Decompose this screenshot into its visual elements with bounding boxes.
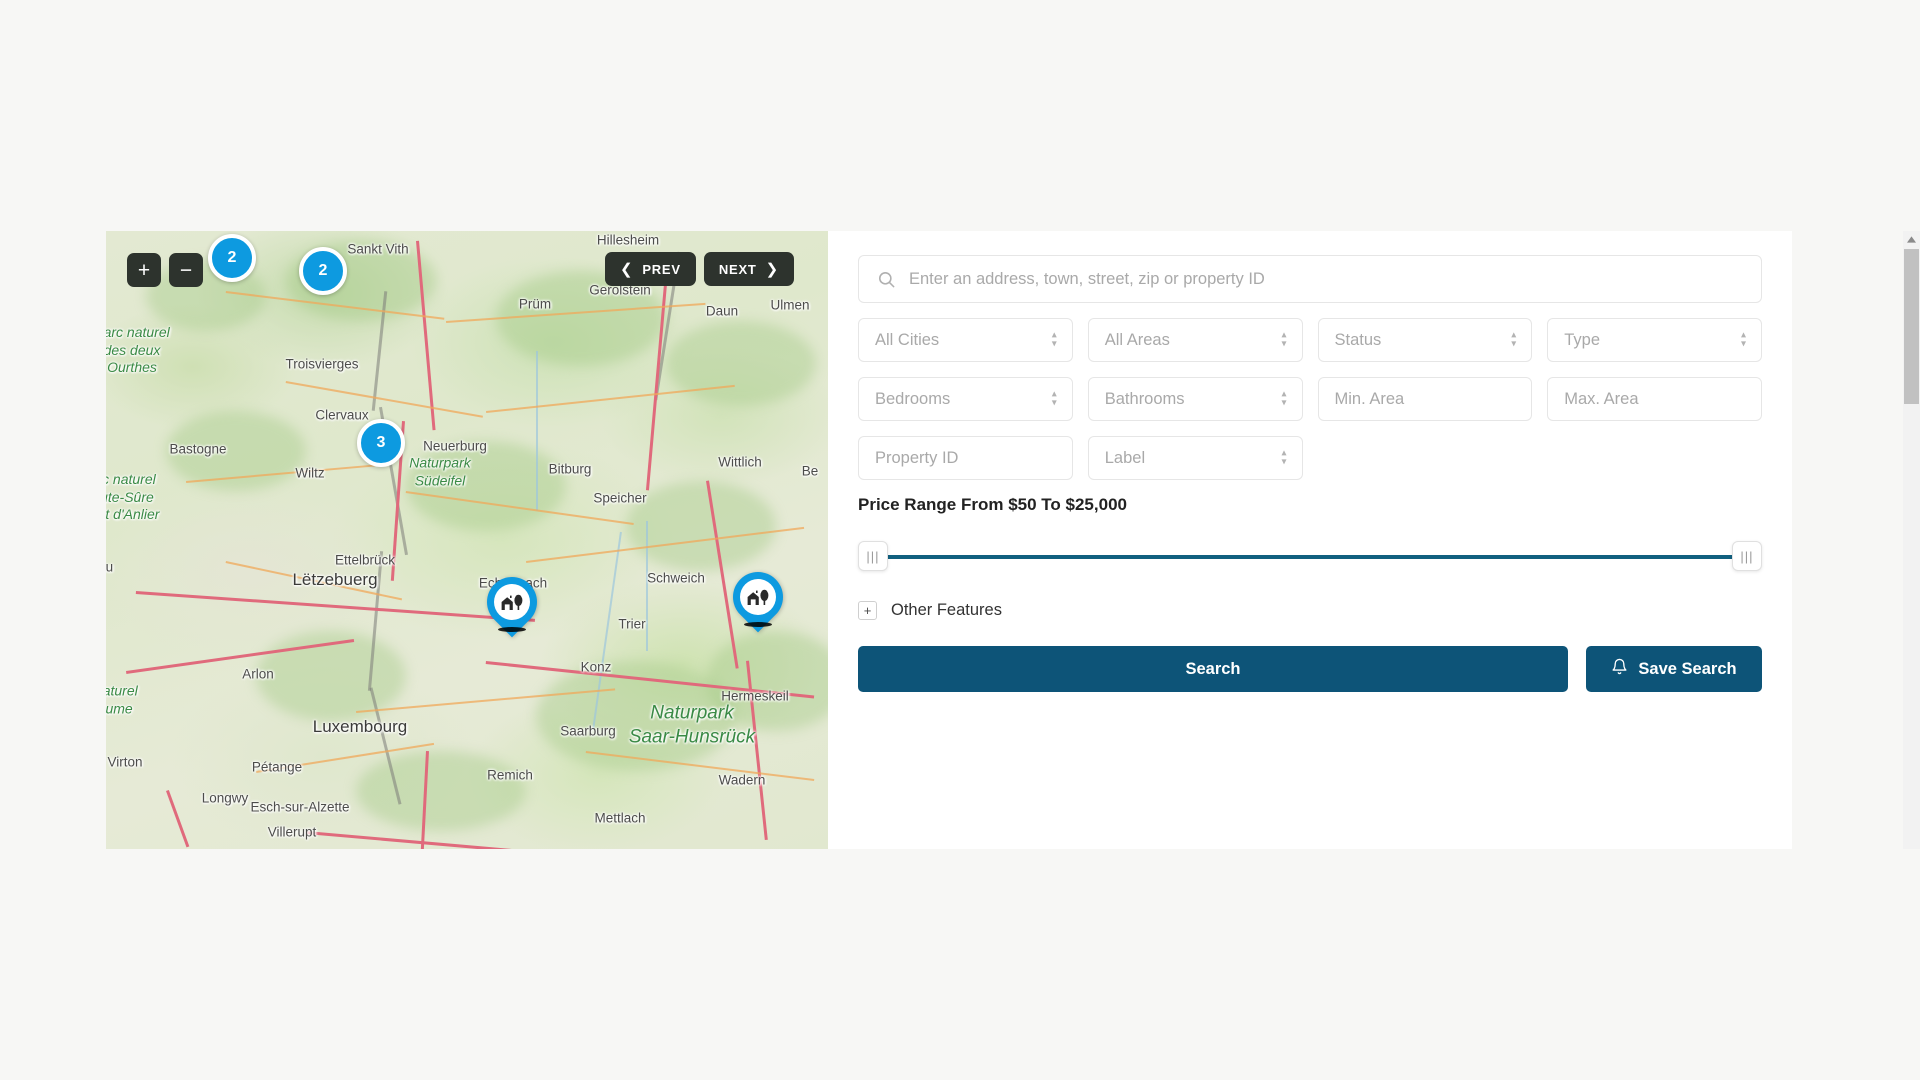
type-select-label: Type — [1564, 330, 1601, 349]
map-cluster-marker[interactable]: 2 — [299, 247, 347, 295]
map-terrain-patch — [356, 751, 526, 831]
min-area-input-label: Min. Area — [1334, 389, 1405, 408]
other-features-label: Other Features — [891, 601, 1002, 619]
bell-icon — [1611, 658, 1628, 680]
map-panel[interactable]: + − ❮ PREV NEXT ❯ Hillesheim Sankt Vith Ge… — [106, 231, 828, 849]
all-areas-select-label: All Areas — [1104, 330, 1170, 349]
chevron-updown-icon: ▴ ▾ — [1511, 329, 1517, 350]
bathrooms-select-label: Bathrooms — [1104, 389, 1185, 408]
chevron-updown-icon: ▴ ▾ — [1051, 388, 1057, 409]
zoom-in-button[interactable]: + — [127, 253, 161, 287]
type-select[interactable]: Type ▴ ▾ — [1547, 318, 1762, 362]
chevron-updown-icon: ▴ ▾ — [1740, 329, 1746, 350]
keyword-search-row: Enter an address, town, street, zip or p… — [858, 255, 1762, 303]
status-select[interactable]: Status ▴ ▾ — [1317, 318, 1533, 362]
map-terrain-patch — [666, 321, 816, 406]
map-river — [536, 351, 538, 511]
filter-row-3: Property ID Label ▴ ▾ — [858, 436, 1762, 480]
price-range-label: Price Range From $50 To $25,000 — [858, 495, 1127, 514]
prev-button[interactable]: ❮ PREV — [604, 252, 696, 286]
chevron-updown-icon: ▴ ▾ — [1051, 329, 1057, 350]
search-button-label: Search — [1185, 659, 1241, 678]
map-terrain-patch — [406, 441, 566, 531]
property-id-input[interactable]: Property ID — [858, 436, 1073, 480]
search-button[interactable]: Search — [858, 646, 1568, 692]
search-icon — [877, 270, 896, 289]
scrollbar-thumb[interactable] — [1904, 249, 1919, 404]
plus-icon: + — [858, 601, 877, 620]
status-select-label: Status — [1334, 330, 1382, 349]
house-tree-icon — [740, 579, 776, 615]
map-property-pin[interactable] — [722, 561, 794, 633]
other-features-toggle[interactable]: + Other Features — [858, 601, 1762, 620]
price-max-handle[interactable]: ||| — [1732, 541, 1762, 571]
map-property-pin[interactable] — [476, 566, 548, 638]
map-pagination: ❮ PREV NEXT ❯ — [604, 252, 794, 286]
property-search-panel: Enter an address, town, street, zip or p… — [828, 231, 1792, 849]
chevron-right-icon: ❯ — [765, 260, 779, 278]
map-river — [646, 521, 648, 651]
min-area-input[interactable]: Min. Area — [1317, 377, 1533, 421]
map-zoom-controls: + − — [127, 253, 203, 287]
house-tree-icon — [494, 584, 530, 620]
label-select-label: Label — [1104, 448, 1146, 467]
bedrooms-select[interactable]: Bedrooms ▴ ▾ — [858, 377, 1073, 421]
pin-shadow — [744, 622, 772, 627]
chevron-updown-icon: ▴ ▾ — [1281, 447, 1287, 468]
all-areas-select[interactable]: All Areas ▴ ▾ — [1087, 318, 1303, 362]
bathrooms-select[interactable]: Bathrooms ▴ ▾ — [1087, 377, 1303, 421]
bedrooms-select-label: Bedrooms — [875, 389, 951, 408]
price-range-slider[interactable]: ||| ||| — [858, 533, 1762, 579]
chevron-updown-icon: ▴ ▾ — [1281, 388, 1287, 409]
zoom-out-button[interactable]: − — [169, 253, 203, 287]
chevron-updown-icon: ▴ ▾ — [1281, 329, 1287, 350]
next-button[interactable]: NEXT ❯ — [703, 252, 794, 286]
map-cluster-marker[interactable]: 2 — [208, 234, 256, 282]
prev-button-label: PREV — [642, 261, 681, 277]
slider-fill — [873, 555, 1747, 559]
search-actions: Search Save Search — [858, 646, 1762, 692]
map-cluster-marker[interactable]: 3 — [357, 419, 405, 467]
panel-scrollbar[interactable] — [1903, 231, 1920, 849]
chevron-left-icon: ❮ — [619, 260, 634, 278]
map-terrain-patch — [626, 481, 776, 571]
price-min-handle[interactable]: ||| — [858, 541, 888, 571]
max-area-input[interactable]: Max. Area — [1547, 377, 1762, 421]
filter-row-2: Bedrooms ▴ ▾ Bathrooms ▴ ▾ Min. Area Max. Area — [858, 377, 1762, 421]
max-area-input-label: Max. Area — [1564, 389, 1639, 408]
filter-row-1: All Cities ▴ ▾ All Areas ▴ ▾ Status ▴ ▾ Type ▴ ▾ — [858, 318, 1762, 362]
search-input[interactable]: Enter an address, town, street, zip or p… — [858, 255, 1762, 303]
map-terrain-patch — [166, 411, 306, 491]
search-input-placeholder: Enter an address, town, street, zip or p… — [909, 269, 1265, 288]
all-cities-select[interactable]: All Cities ▴ ▾ — [858, 318, 1073, 362]
property-id-input-label: Property ID — [875, 448, 959, 467]
pin-shadow — [498, 627, 526, 632]
save-search-button-label: Save Search — [1638, 659, 1737, 678]
scroll-up-arrow-icon[interactable] — [1903, 231, 1920, 248]
label-select[interactable]: Label ▴ ▾ — [1087, 436, 1303, 480]
next-button-label: NEXT — [718, 261, 757, 277]
all-cities-select-label: All Cities — [875, 330, 940, 349]
save-search-button[interactable]: Save Search — [1586, 646, 1762, 692]
